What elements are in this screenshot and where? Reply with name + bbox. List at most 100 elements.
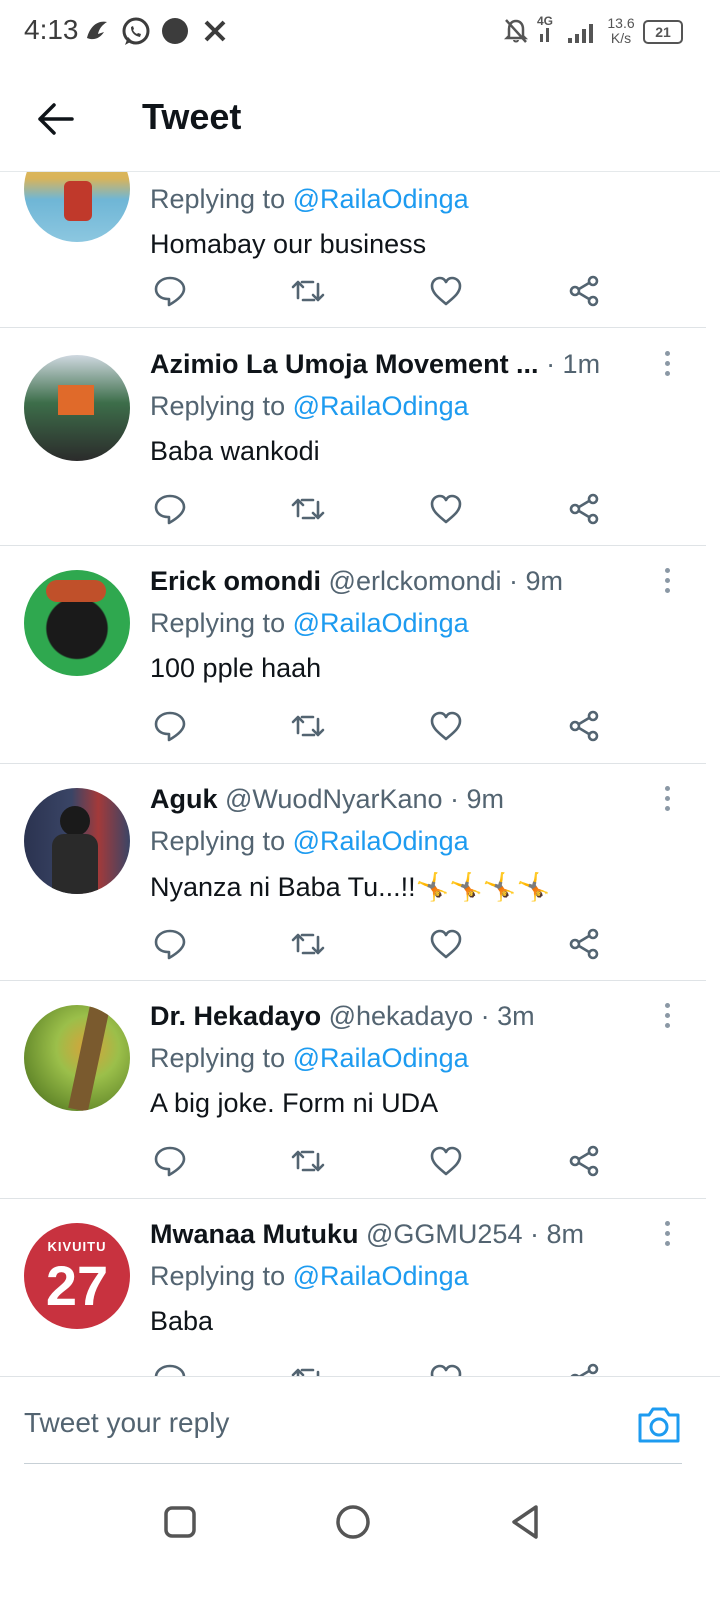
reply-icon xyxy=(154,276,186,307)
retweet-button[interactable] xyxy=(288,706,328,746)
retweet-icon xyxy=(291,1150,325,1172)
like-button[interactable] xyxy=(426,489,466,529)
user-handle[interactable]: @WuodNyarKano xyxy=(218,784,443,814)
retweet-icon xyxy=(291,498,325,520)
mention-link[interactable]: @RailaOdinga xyxy=(293,1261,469,1291)
like-button[interactable] xyxy=(426,706,466,746)
retweet-button[interactable] xyxy=(288,1359,328,1376)
retweet-button[interactable] xyxy=(288,1141,328,1181)
like-icon xyxy=(430,1364,462,1376)
replying-label: Replying to xyxy=(150,1261,293,1291)
share-button[interactable] xyxy=(564,271,604,311)
avatar[interactable] xyxy=(24,355,130,461)
display-name[interactable]: Azimio La Umoja Movement ... xyxy=(150,349,539,379)
reply-tweet[interactable]: Dr. Hekadayo @hekadayo · 3m Replying to … xyxy=(0,981,706,1199)
reply-button[interactable] xyxy=(150,1359,190,1376)
replying-label: Replying to xyxy=(150,1043,293,1073)
share-button[interactable] xyxy=(564,706,604,746)
reply-button[interactable] xyxy=(150,924,190,964)
retweet-button[interactable] xyxy=(288,271,328,311)
reply-button[interactable] xyxy=(150,706,190,746)
like-icon xyxy=(430,929,462,959)
signal-icon xyxy=(540,24,593,43)
more-options-button[interactable] xyxy=(655,343,679,383)
reply-input[interactable]: Tweet your reply xyxy=(24,1407,229,1439)
user-handle[interactable]: @erlckomondi xyxy=(321,566,502,596)
share-icon xyxy=(569,275,599,307)
retweet-button[interactable] xyxy=(288,489,328,529)
share-button[interactable] xyxy=(564,1359,604,1376)
avatar[interactable] xyxy=(24,788,130,894)
more-options-button[interactable] xyxy=(655,560,679,600)
mention-link[interactable]: @RailaOdinga xyxy=(293,608,469,638)
avatar[interactable] xyxy=(24,172,130,242)
avatar-body xyxy=(52,834,98,894)
reply-tweet[interactable]: Azimio La Umoja Movement ... · 1m Replyi… xyxy=(0,329,706,546)
retweet-icon xyxy=(291,715,325,737)
replies-feed[interactable]: Replying to @RailaOdinga Homabay our bus… xyxy=(0,172,720,1376)
tweet-header: Erick omondi @erlckomondi · 9m xyxy=(150,566,563,597)
share-icon xyxy=(569,1145,599,1177)
status-time: 4:13 xyxy=(24,14,79,45)
speed-value: 13.6 xyxy=(607,15,635,31)
back-triangle-icon[interactable] xyxy=(506,1502,546,1542)
share-icon xyxy=(569,710,599,742)
mute-icon xyxy=(503,19,529,43)
avatar-branch xyxy=(68,1005,110,1111)
top-app-bar: Tweet xyxy=(0,66,720,172)
system-nav-bar xyxy=(0,1464,720,1600)
reply-icon xyxy=(154,929,186,960)
camera-icon[interactable] xyxy=(636,1405,682,1445)
display-name[interactable]: Mwanaa Mutuku xyxy=(150,1219,359,1249)
avatar-sign xyxy=(58,385,94,415)
avatar[interactable]: KIVUITU 27 xyxy=(24,1223,130,1329)
mention-link[interactable]: @RailaOdinga xyxy=(293,391,469,421)
reply-button[interactable] xyxy=(150,1141,190,1181)
network-speed: 13.6 K/s xyxy=(604,16,638,46)
retweet-button[interactable] xyxy=(288,924,328,964)
status-bar: 4:13 4G 13.6 K/s 21 xyxy=(0,0,720,66)
mention-link[interactable]: @RailaOdinga xyxy=(293,1043,469,1073)
like-button[interactable] xyxy=(426,1359,466,1376)
more-options-button[interactable] xyxy=(655,778,679,818)
home-circle-icon[interactable] xyxy=(333,1502,373,1542)
reply-button[interactable] xyxy=(150,271,190,311)
avatar[interactable] xyxy=(24,1005,130,1111)
display-name[interactable]: Dr. Hekadayo xyxy=(150,1001,321,1031)
display-name[interactable]: Aguk xyxy=(150,784,218,814)
avatar[interactable] xyxy=(24,570,130,676)
display-name[interactable]: Erick omondi xyxy=(150,566,321,596)
mention-link[interactable]: @RailaOdinga xyxy=(293,826,469,856)
back-button[interactable] xyxy=(30,94,80,144)
page-title: Tweet xyxy=(142,96,242,137)
more-options-button[interactable] xyxy=(655,995,679,1035)
share-button[interactable] xyxy=(564,924,604,964)
like-button[interactable] xyxy=(426,924,466,964)
like-button[interactable] xyxy=(426,271,466,311)
reply-button[interactable] xyxy=(150,489,190,529)
reply-icon xyxy=(154,1146,186,1177)
tweet-text: 100 pple haah xyxy=(150,653,322,683)
reply-tweet[interactable]: Erick omondi @erlckomondi · 9m Replying … xyxy=(0,546,706,764)
avatar-jersey-number: 27 xyxy=(45,1254,109,1317)
replying-to: Replying to @RailaOdinga xyxy=(150,1043,469,1074)
tweet-text: A big joke. Form ni UDA xyxy=(150,1088,439,1118)
user-handle[interactable]: @hekadayo xyxy=(321,1001,474,1031)
like-button[interactable] xyxy=(426,1141,466,1181)
reply-tweet[interactable]: Replying to @RailaOdinga Homabay our bus… xyxy=(0,172,706,328)
more-options-button[interactable] xyxy=(655,1213,679,1253)
replying-label: Replying to xyxy=(150,826,293,856)
recents-square-icon[interactable] xyxy=(160,1502,200,1542)
like-icon xyxy=(430,711,462,741)
x-icon xyxy=(204,20,226,42)
reply-tweet[interactable]: Aguk @WuodNyarKano · 9m Replying to @Rai… xyxy=(0,764,706,981)
reply-composer[interactable]: Tweet your reply xyxy=(0,1376,720,1465)
tweet-text: Nyanza ni Baba Tu...!!🤸🤸🤸🤸 xyxy=(150,872,551,902)
tweet-actions xyxy=(150,1359,620,1376)
share-button[interactable] xyxy=(564,1141,604,1181)
mention-link[interactable]: @RailaOdinga xyxy=(293,184,469,214)
reply-tweet[interactable]: KIVUITU 27 Mwanaa Mutuku @GGMU254 · 8m R… xyxy=(0,1199,706,1376)
user-handle[interactable]: @GGMU254 xyxy=(359,1219,522,1249)
replying-label: Replying to xyxy=(150,608,293,638)
share-button[interactable] xyxy=(564,489,604,529)
